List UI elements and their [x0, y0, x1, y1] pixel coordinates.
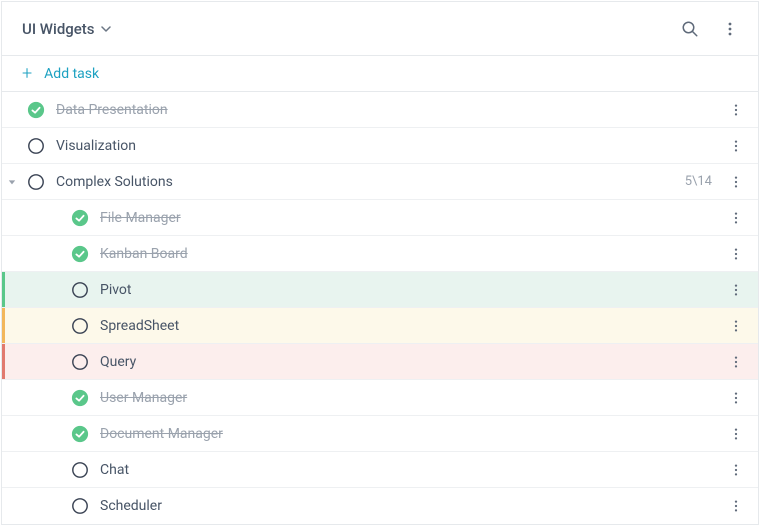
more-vert-icon [729, 355, 743, 369]
task-menu-button[interactable] [720, 164, 752, 200]
task-checkbox[interactable] [66, 389, 94, 407]
more-vert-icon [729, 319, 743, 333]
task-checkbox[interactable] [66, 497, 94, 515]
check-circle-complete-icon [71, 209, 89, 227]
task-checkbox[interactable] [22, 173, 50, 191]
more-vert-icon [729, 283, 743, 297]
more-vert-icon [729, 211, 743, 225]
check-circle-empty-icon [27, 137, 45, 155]
task-row[interactable]: SpreadSheet [2, 308, 758, 344]
check-circle-complete-icon [71, 425, 89, 443]
check-circle-empty-icon [27, 173, 45, 191]
more-vert-icon [729, 103, 743, 117]
task-row[interactable]: Data Presentation [2, 92, 758, 128]
task-label: Document Manager [94, 426, 720, 442]
header-menu-button[interactable] [710, 9, 750, 49]
task-menu-button[interactable] [720, 308, 752, 344]
task-row[interactable]: Scheduler [2, 488, 758, 524]
check-circle-complete-icon [71, 389, 89, 407]
task-checkbox[interactable] [66, 209, 94, 227]
task-menu-button[interactable] [720, 380, 752, 416]
task-label: Complex Solutions [50, 174, 685, 190]
task-label: File Manager [94, 210, 720, 226]
priority-accent [2, 272, 5, 307]
task-menu-button[interactable] [720, 488, 752, 524]
task-label: Kanban Board [94, 246, 720, 262]
check-circle-complete-icon [71, 245, 89, 263]
search-icon [681, 20, 699, 38]
more-vert-icon [729, 391, 743, 405]
task-menu-button[interactable] [720, 272, 752, 308]
check-circle-complete-icon [27, 101, 45, 119]
check-circle-empty-icon [71, 317, 89, 335]
more-vert-icon [729, 427, 743, 441]
task-menu-button[interactable] [720, 452, 752, 488]
task-checkbox[interactable] [22, 101, 50, 119]
task-counter: 5\14 [685, 174, 720, 189]
more-vert-icon [729, 247, 743, 261]
task-row[interactable]: Visualization [2, 128, 758, 164]
task-row[interactable]: File Manager [2, 200, 758, 236]
task-row[interactable]: Query [2, 344, 758, 380]
task-menu-button[interactable] [720, 416, 752, 452]
task-row[interactable]: Pivot [2, 272, 758, 308]
task-menu-button[interactable] [720, 128, 752, 164]
add-task-button[interactable]: + Add task [2, 56, 758, 92]
task-row-parent[interactable]: Complex Solutions 5\14 [2, 164, 758, 200]
collapse-button[interactable] [2, 178, 22, 186]
more-vert-icon [729, 175, 743, 189]
task-checkbox[interactable] [66, 281, 94, 299]
task-checkbox[interactable] [66, 425, 94, 443]
check-circle-empty-icon [71, 497, 89, 515]
add-task-label: Add task [44, 66, 99, 82]
task-checkbox[interactable] [22, 137, 50, 155]
more-vert-icon [729, 139, 743, 153]
more-vert-icon [729, 463, 743, 477]
task-menu-button[interactable] [720, 344, 752, 380]
more-vert-icon [729, 499, 743, 513]
task-menu-button[interactable] [720, 200, 752, 236]
priority-accent [2, 344, 5, 379]
task-label: User Manager [94, 390, 720, 406]
task-label: Visualization [50, 138, 720, 154]
project-title: UI Widgets [22, 20, 95, 38]
plus-icon: + [22, 65, 32, 83]
header-bar: UI Widgets [2, 2, 758, 56]
task-checkbox[interactable] [66, 245, 94, 263]
task-row[interactable]: Kanban Board [2, 236, 758, 272]
task-menu-button[interactable] [720, 236, 752, 272]
search-button[interactable] [670, 9, 710, 49]
task-label: SpreadSheet [94, 318, 720, 334]
task-row[interactable]: Chat [2, 452, 758, 488]
task-row[interactable]: User Manager [2, 380, 758, 416]
task-label: Pivot [94, 282, 720, 298]
triangle-down-icon [8, 178, 16, 186]
check-circle-empty-icon [71, 353, 89, 371]
check-circle-empty-icon [71, 281, 89, 299]
task-checkbox[interactable] [66, 353, 94, 371]
check-circle-empty-icon [71, 461, 89, 479]
task-checkbox[interactable] [66, 461, 94, 479]
task-label: Chat [94, 462, 720, 478]
task-label: Scheduler [94, 498, 720, 514]
task-row[interactable]: Document Manager [2, 416, 758, 452]
task-checkbox[interactable] [66, 317, 94, 335]
project-selector[interactable]: UI Widgets [22, 20, 111, 38]
chevron-down-icon [101, 24, 111, 34]
task-label: Query [94, 354, 720, 370]
task-label: Data Presentation [50, 102, 720, 118]
more-vert-icon [722, 21, 738, 37]
task-menu-button[interactable] [720, 92, 752, 128]
priority-accent [2, 308, 5, 343]
